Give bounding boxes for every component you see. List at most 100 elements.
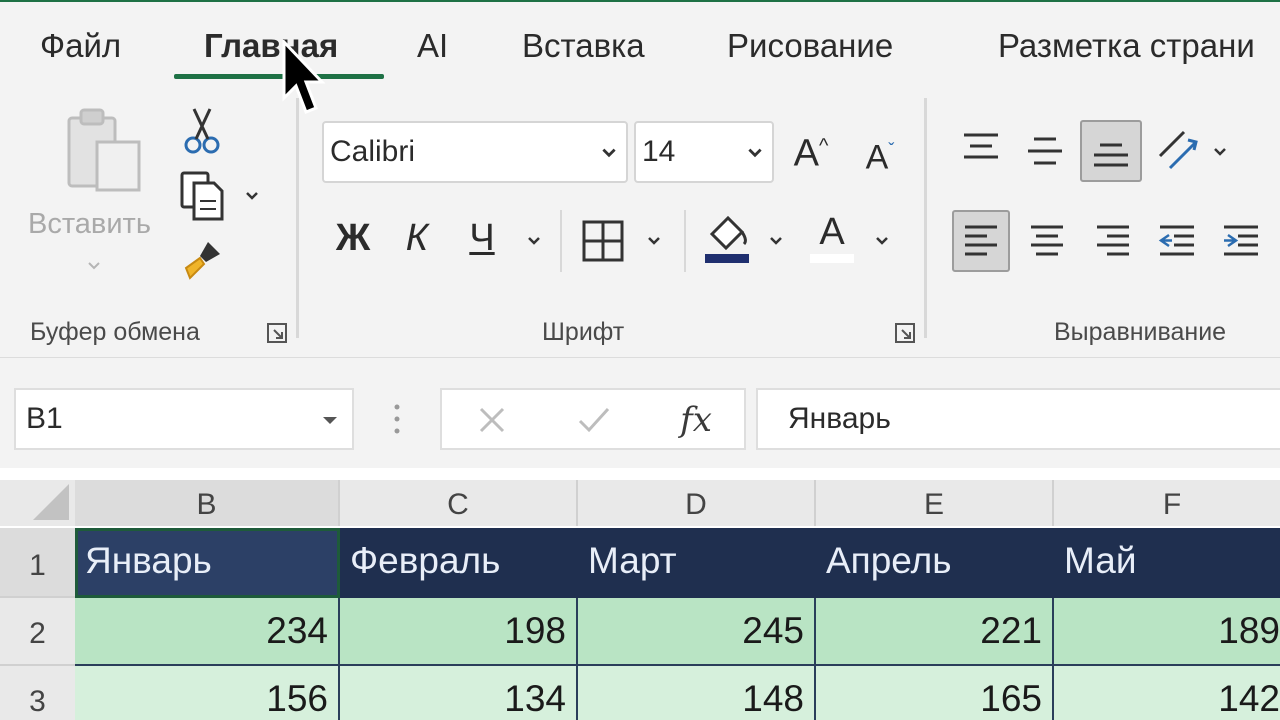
formula-input-value: Январь — [788, 402, 891, 435]
close-icon — [479, 407, 505, 433]
decrease-font-icon: A — [865, 138, 889, 177]
align-top-button[interactable] — [956, 122, 1006, 172]
increase-font-size-button[interactable]: A^ — [788, 124, 834, 176]
borders-button[interactable] — [578, 216, 628, 266]
underline-button[interactable]: Ч — [460, 216, 504, 260]
more-options-icon[interactable] — [394, 402, 400, 436]
cancel-entry-button[interactable] — [472, 400, 512, 440]
row-header-3[interactable]: 3 — [0, 666, 75, 720]
clipboard-dialog-launcher[interactable] — [266, 322, 288, 344]
underline-dropdown[interactable] — [526, 233, 542, 249]
alignment-group-label: Выравнивание — [1054, 318, 1227, 346]
align-middle-icon — [1028, 137, 1062, 165]
italic-button[interactable]: К — [396, 216, 438, 260]
format-painter-button[interactable] — [178, 236, 228, 286]
cell-c2[interactable]: 198 — [340, 598, 578, 666]
insert-function-button[interactable]: fx — [674, 400, 718, 440]
tab-insert[interactable]: Вставка — [522, 26, 645, 66]
chevron-down-icon — [528, 237, 540, 245]
borders-dropdown[interactable] — [646, 233, 662, 249]
align-bottom-button[interactable] — [1080, 120, 1142, 182]
cut-button[interactable] — [180, 106, 224, 156]
italic-icon: К — [405, 217, 429, 259]
formula-bar: B1 fx Январь — [0, 358, 1280, 468]
ribbon-tab-bar: Файл Главная AI Вставка Рисование Размет… — [0, 0, 1280, 86]
tab-file[interactable]: Файл — [40, 26, 121, 66]
cell-e1[interactable]: Апрель — [816, 528, 1054, 598]
font-color-button[interactable]: A — [810, 210, 854, 263]
cell-b2[interactable]: 234 — [75, 598, 340, 666]
cell-b3[interactable]: 156 — [75, 666, 340, 720]
active-tab-indicator — [174, 74, 384, 79]
chevron-down-icon — [88, 262, 100, 270]
align-middle-button[interactable] — [1020, 126, 1070, 176]
tab-home[interactable]: Главная — [204, 26, 338, 66]
chevron-down-icon — [770, 237, 782, 245]
align-center-icon — [1031, 225, 1063, 256]
paste-button[interactable] — [58, 106, 148, 196]
orientation-button[interactable] — [1152, 124, 1204, 176]
align-right-button[interactable] — [1088, 214, 1138, 268]
cell-b1[interactable]: Январь — [75, 528, 340, 598]
align-left-icon — [965, 225, 997, 256]
cell-f2[interactable]: 189 — [1054, 598, 1280, 666]
cell-e3[interactable]: 165 — [816, 666, 1054, 720]
cell-d3[interactable]: 148 — [578, 666, 816, 720]
tab-draw[interactable]: Рисование — [727, 26, 893, 66]
paste-dropdown[interactable] — [86, 258, 102, 274]
font-size-select[interactable]: 14 — [634, 121, 774, 183]
align-bottom-icon — [1094, 143, 1128, 167]
text-orientation-icon — [1158, 130, 1198, 170]
borders-icon — [582, 220, 624, 262]
fill-color-dropdown[interactable] — [768, 233, 784, 249]
group-divider — [296, 98, 299, 338]
row-header-2[interactable]: 2 — [0, 598, 75, 666]
checkmark-icon — [578, 407, 610, 433]
cell-d2[interactable]: 245 — [578, 598, 816, 666]
toolbar-divider — [684, 210, 686, 272]
fill-color-button[interactable] — [700, 212, 754, 266]
cell-f3[interactable]: 142 — [1054, 666, 1280, 720]
decrease-indent-icon — [1158, 225, 1194, 256]
cell-c1[interactable]: Февраль — [340, 528, 578, 598]
chevron-down-icon — [1214, 148, 1226, 156]
increase-indent-icon — [1224, 225, 1258, 256]
select-all-button[interactable] — [0, 480, 75, 526]
cell-f1[interactable]: Май — [1054, 528, 1280, 598]
column-header-f[interactable]: F — [1054, 480, 1280, 526]
cell-c3[interactable]: 134 — [340, 666, 578, 720]
formula-input[interactable]: Январь — [756, 388, 1280, 450]
row-header-1[interactable]: 1 — [0, 528, 75, 598]
decrease-indent-button[interactable] — [1152, 214, 1202, 268]
tab-ai[interactable]: AI — [417, 26, 448, 66]
column-header-e[interactable]: E — [816, 480, 1054, 526]
column-header-b[interactable]: B — [75, 480, 340, 526]
name-box[interactable]: B1 — [14, 388, 354, 450]
font-dialog-launcher[interactable] — [894, 322, 916, 344]
name-box-value: B1 — [26, 402, 63, 435]
chevron-down-icon — [748, 148, 762, 158]
bold-button[interactable]: Ж — [330, 216, 376, 260]
copy-button[interactable] — [176, 170, 230, 222]
align-center-button[interactable] — [1022, 214, 1072, 268]
chevron-down-icon — [648, 237, 660, 245]
align-left-button[interactable] — [952, 210, 1010, 272]
column-header-d[interactable]: D — [578, 480, 816, 526]
font-name-select[interactable]: Calibri — [322, 121, 628, 183]
decrease-font-size-button[interactable]: Aˇ — [858, 128, 902, 179]
copy-dropdown[interactable] — [244, 188, 260, 204]
font-color-dropdown[interactable] — [874, 233, 890, 249]
font-group-label: Шрифт — [542, 318, 625, 346]
select-all-triangle-icon — [33, 484, 69, 520]
orientation-dropdown[interactable] — [1212, 144, 1228, 160]
confirm-entry-button[interactable] — [574, 400, 614, 440]
increase-indent-button[interactable] — [1216, 214, 1266, 268]
chevron-down-icon — [246, 192, 258, 200]
paint-bucket-icon — [705, 215, 749, 263]
column-header-c[interactable]: C — [340, 480, 578, 526]
cell-d1[interactable]: Март — [578, 528, 816, 598]
format-painter-icon — [184, 242, 220, 280]
copy-icon — [180, 171, 224, 221]
cell-e2[interactable]: 221 — [816, 598, 1054, 666]
tab-page-layout[interactable]: Разметка страни — [998, 26, 1255, 66]
